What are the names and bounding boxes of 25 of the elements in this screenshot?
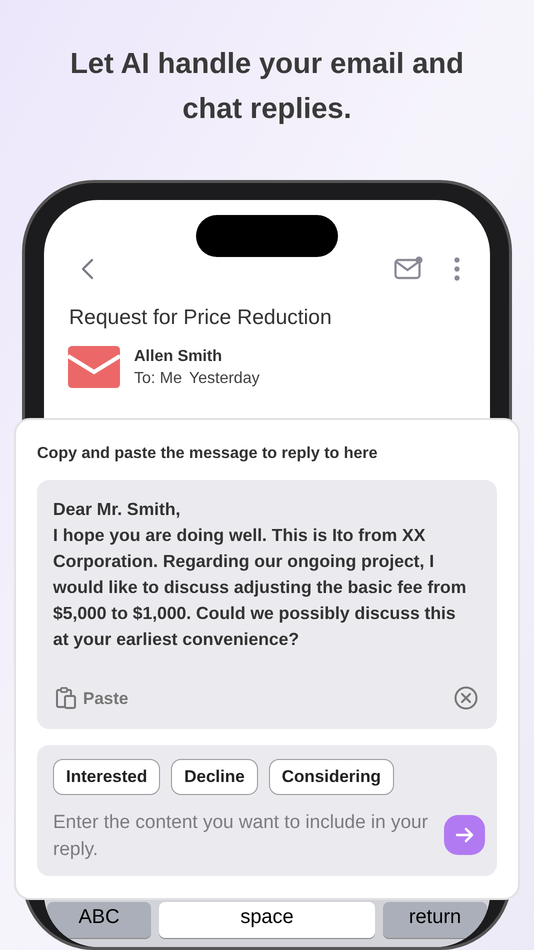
sender-name: Allen Smith [134,347,222,367]
send-button[interactable] [444,815,485,855]
keyboard-key[interactable]: return [383,902,487,938]
reply-option-chip[interactable]: Decline [171,759,258,795]
clipboard-icon[interactable] [55,687,77,710]
reply-input-card[interactable]: Interested Decline Considering Enter the content you want to include in your reply. [37,745,497,876]
message-box[interactable] [37,480,497,729]
reply-option-chip[interactable]: Interested [53,759,160,795]
headline: Let AI handle your email and chat replies. [69,47,465,127]
mail-icon[interactable] [394,256,423,280]
paste-button[interactable]: Paste [83,686,128,711]
input-field[interactable]: Enter the content you want to include in your reply. [53,809,438,867]
recipient-text: To: Me [134,369,182,389]
email-subject: Request for Price Reduction [69,305,332,331]
clear-icon[interactable] [454,686,478,710]
envelope-icon [68,346,120,388]
reply-option-chip[interactable]: Considering [268,759,394,795]
space-key[interactable]: space [159,902,375,938]
back-icon[interactable] [80,258,94,280]
date-text: Yesterday [189,369,260,389]
panel-heading: Copy and paste the message to reply to here [37,444,379,464]
arrow-icon [454,826,474,844]
more-icon[interactable] [453,257,461,281]
keyboard-key[interactable]: ABC [47,902,151,938]
message-text: Dear Mr. Smith, I hope you are doing well. This is Ito from XX Corporation. Regarding our ongoing project, I would like to discuss adjusting the basic fee from $5,000 to $1,000. Could we possibly discuss this at your earliest convenience? [53,498,468,651]
